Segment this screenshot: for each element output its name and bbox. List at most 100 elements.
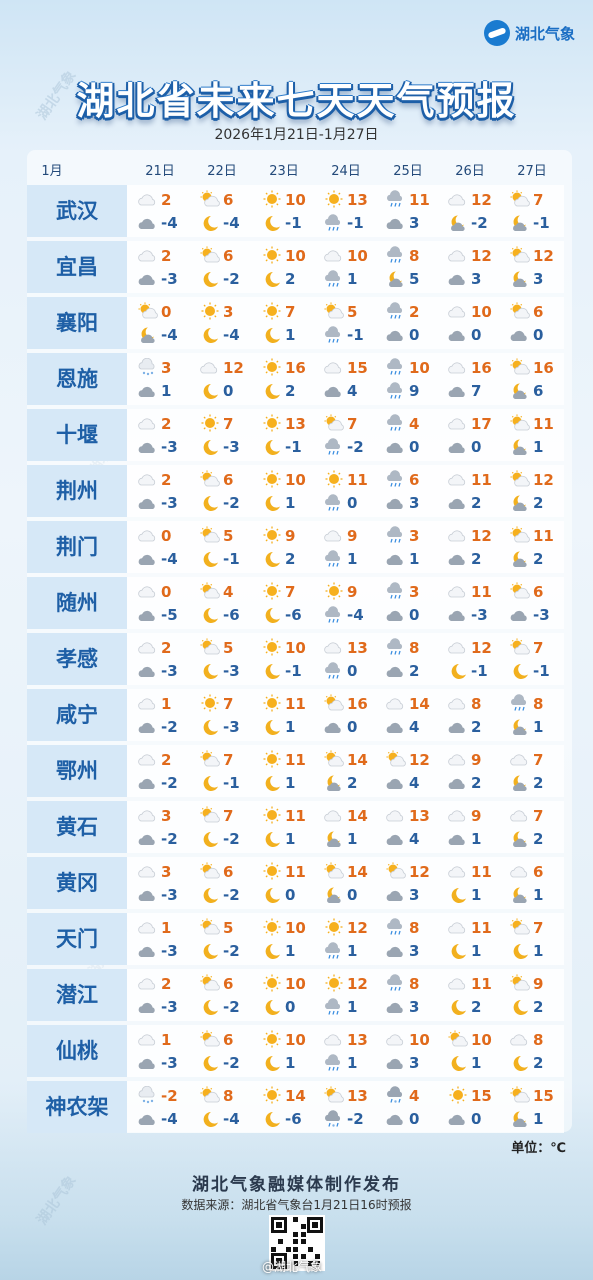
low-temp: 4 — [409, 830, 420, 848]
forecast-cell: 16 6 — [503, 353, 565, 405]
forecast-cell: 12 -1 — [441, 633, 503, 685]
overcast-icon — [385, 606, 407, 624]
moon-icon — [261, 214, 283, 232]
moon-icon — [261, 606, 283, 624]
overcast-icon — [447, 550, 469, 568]
forecast-cell: 5 -1 — [317, 297, 379, 349]
forecast-cell: 10 1 — [441, 1025, 503, 1077]
high-temp: 2 — [161, 471, 172, 489]
forecast-cell: 0 -4 — [131, 521, 193, 573]
moon-icon — [199, 1110, 221, 1128]
partly-sunny-icon — [509, 302, 531, 320]
moon-icon — [261, 1054, 283, 1072]
moon-icon — [261, 494, 283, 512]
forecast-cell: 12 -2 — [441, 185, 503, 237]
low-temp: 0 — [285, 886, 296, 904]
high-temp: 7 — [347, 415, 358, 433]
high-temp: 15 — [471, 1087, 492, 1105]
cloud-icon — [323, 358, 345, 376]
partly-sunny-icon — [509, 470, 531, 488]
low-temp: -1 — [347, 326, 364, 344]
high-temp: 7 — [533, 751, 544, 769]
low-temp: -2 — [347, 438, 364, 456]
rain-icon — [323, 438, 345, 456]
overcast-icon — [385, 1054, 407, 1072]
snow-icon — [137, 1085, 159, 1104]
partly-sunny-icon — [199, 1030, 221, 1048]
moon-icon — [509, 1054, 531, 1072]
low-temp: 1 — [533, 718, 544, 736]
cloud-icon — [447, 470, 469, 488]
high-temp: 3 — [161, 863, 172, 881]
header-month: 1月 — [41, 164, 63, 179]
high-temp: 11 — [471, 583, 492, 601]
moon-icon — [199, 1054, 221, 1072]
high-temp: 0 — [161, 303, 172, 321]
low-temp: 1 — [533, 942, 544, 960]
low-temp: -3 — [161, 662, 178, 680]
forecast-cell: 13 4 — [379, 801, 441, 853]
forecast-cell: 11 1 — [255, 745, 317, 797]
low-temp: 1 — [533, 886, 544, 904]
city-name: 仙桃 — [56, 1039, 98, 1063]
header-day: 24日 — [331, 164, 361, 179]
high-temp: 4 — [223, 583, 234, 601]
overcast-icon — [385, 438, 407, 456]
partly-sunny-icon — [199, 974, 221, 992]
city-name: 潜江 — [56, 983, 98, 1007]
low-temp: 7 — [471, 382, 482, 400]
low-temp: 3 — [409, 886, 420, 904]
high-temp: 3 — [161, 359, 172, 377]
high-temp: 10 — [409, 359, 430, 377]
high-temp: 9 — [347, 583, 358, 601]
high-temp: 2 — [161, 415, 172, 433]
cloud-icon — [137, 974, 159, 992]
low-temp: -4 — [223, 326, 240, 344]
cloud-icon — [137, 862, 159, 880]
city-name: 鄂州 — [56, 759, 98, 783]
moon-icon — [447, 942, 469, 960]
overcast-icon — [385, 998, 407, 1016]
high-temp: 12 — [347, 919, 368, 937]
low-temp: -1 — [223, 550, 240, 568]
high-temp: 2 — [161, 751, 172, 769]
overcast-icon — [385, 326, 407, 344]
low-temp: 2 — [285, 270, 296, 288]
moon-icon — [199, 998, 221, 1016]
city-name: 黄冈 — [56, 871, 98, 895]
forecast-cell: 92 — [255, 521, 317, 573]
forecast-cell: 16 0 — [317, 689, 379, 741]
overcast-icon — [447, 270, 469, 288]
partly-sunny-icon — [509, 190, 531, 208]
forecast-cell: 7 -2 — [317, 409, 379, 461]
forecast-cell: 11 2 — [441, 465, 503, 517]
high-temp: 15 — [533, 1087, 554, 1105]
partly-sunny-icon — [199, 918, 221, 936]
cloud-icon — [323, 1030, 345, 1048]
high-temp: 14 — [347, 863, 368, 881]
high-temp: 12 — [409, 751, 430, 769]
overcast-icon — [137, 1110, 159, 1128]
high-temp: 6 — [409, 471, 420, 489]
forecast-cell: 3 -4 — [193, 297, 255, 349]
partly-sunny-icon — [509, 246, 531, 264]
forecast-cell: 6 -2 — [193, 465, 255, 517]
low-temp: -2 — [223, 886, 240, 904]
cloud-icon — [385, 1030, 407, 1048]
brand-name: 湖北气象 — [514, 24, 575, 43]
forecast-cell: 12 0 — [193, 353, 255, 405]
forecast-table: 1月 21日 22日 23日 24日 25日 26日 27日 武汉 2 -4 6 -4 10 -1 13 -1… — [27, 150, 572, 1133]
forecast-cell: 12 2 — [441, 521, 503, 573]
forecast-cell: 11 1 — [255, 801, 317, 853]
partly-sunny-icon — [509, 974, 531, 992]
forecast-cell: 5 -1 — [193, 521, 255, 573]
partly-sunny-icon — [199, 190, 221, 208]
high-temp: 11 — [471, 975, 492, 993]
low-temp: -3 — [161, 998, 178, 1016]
high-temp: 8 — [471, 695, 482, 713]
low-temp: -3 — [223, 718, 240, 736]
forecast-cell: 13 0 — [317, 633, 379, 685]
header-day: 23日 — [269, 164, 299, 179]
low-temp: 1 — [285, 326, 296, 344]
city-name: 天门 — [56, 927, 98, 951]
